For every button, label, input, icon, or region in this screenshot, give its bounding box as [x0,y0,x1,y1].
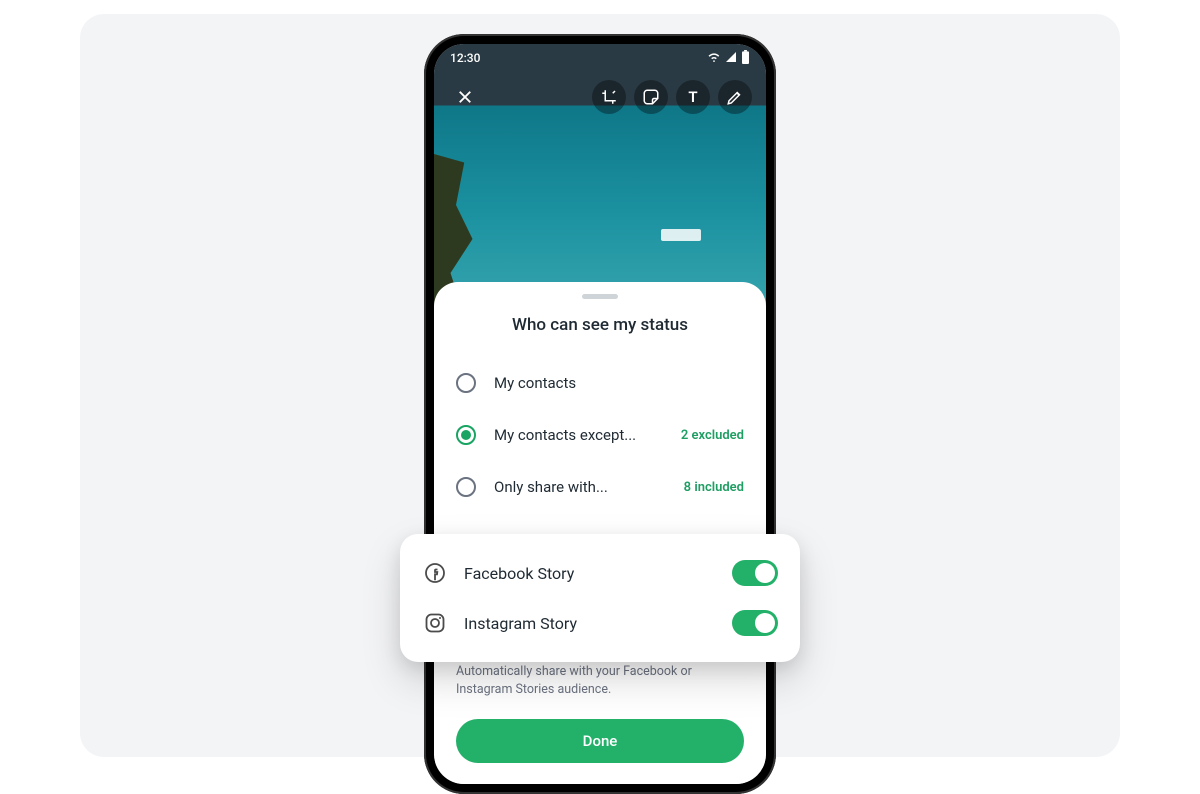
draw-button[interactable] [718,80,752,114]
option-my-contacts[interactable]: My contacts [452,357,748,409]
artboard: 12:30 [80,14,1120,757]
text-icon: T [688,88,697,106]
status-time: 12:30 [450,51,480,65]
editor-toolbar: T [434,80,766,114]
close-button[interactable] [448,80,482,114]
share-facebook-row[interactable]: Facebook Story [420,548,780,598]
sticker-button[interactable] [634,80,668,114]
facebook-icon [422,560,448,586]
instagram-icon [422,610,448,636]
photo-boat [661,229,701,241]
helper-text: Automatically share with your Facebook o… [452,659,748,705]
instagram-toggle[interactable] [732,610,778,636]
option-note: 8 included [684,480,744,495]
option-label: My contacts except... [494,426,663,444]
cellular-icon [725,51,737,66]
option-label: Only share with... [494,478,666,496]
option-only-share-with[interactable]: Only share with... 8 included [452,461,748,513]
system-status-bar: 12:30 [434,44,766,72]
share-overlay-card: Facebook Story Instagram Story [400,534,800,662]
battery-icon [741,50,750,67]
phone-frame: 12:30 [424,34,776,794]
share-instagram-row[interactable]: Instagram Story [420,598,780,648]
option-label: My contacts [494,374,744,392]
facebook-toggle[interactable] [732,560,778,586]
privacy-bottom-sheet: Who can see my status My contacts My con… [434,282,766,784]
done-button[interactable]: Done [456,719,744,763]
radio-icon-selected [456,425,476,445]
phone-screen: 12:30 [434,44,766,784]
option-note: 2 excluded [681,428,744,443]
crop-rotate-button[interactable] [592,80,626,114]
radio-icon [456,373,476,393]
status-icons [707,50,750,67]
share-label: Facebook Story [464,564,716,583]
sheet-grabber[interactable] [582,294,618,299]
option-my-contacts-except[interactable]: My contacts except... 2 excluded [452,409,748,461]
wifi-icon [707,51,721,66]
text-button[interactable]: T [676,80,710,114]
share-label: Instagram Story [464,614,716,633]
sheet-title: Who can see my status [452,315,748,335]
radio-icon [456,477,476,497]
